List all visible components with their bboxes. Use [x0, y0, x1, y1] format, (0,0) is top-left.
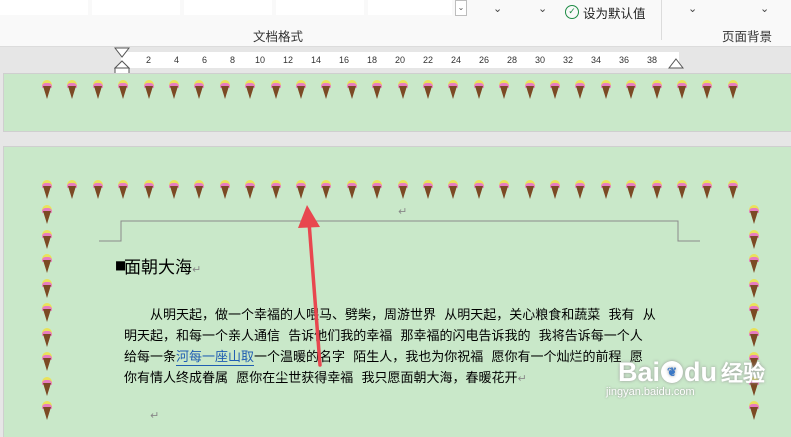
- baidu-jingyan-watermark: Bai ❦ du 经验 jingyan.baidu.com: [606, 356, 766, 399]
- paw-icon: ❦: [661, 361, 684, 383]
